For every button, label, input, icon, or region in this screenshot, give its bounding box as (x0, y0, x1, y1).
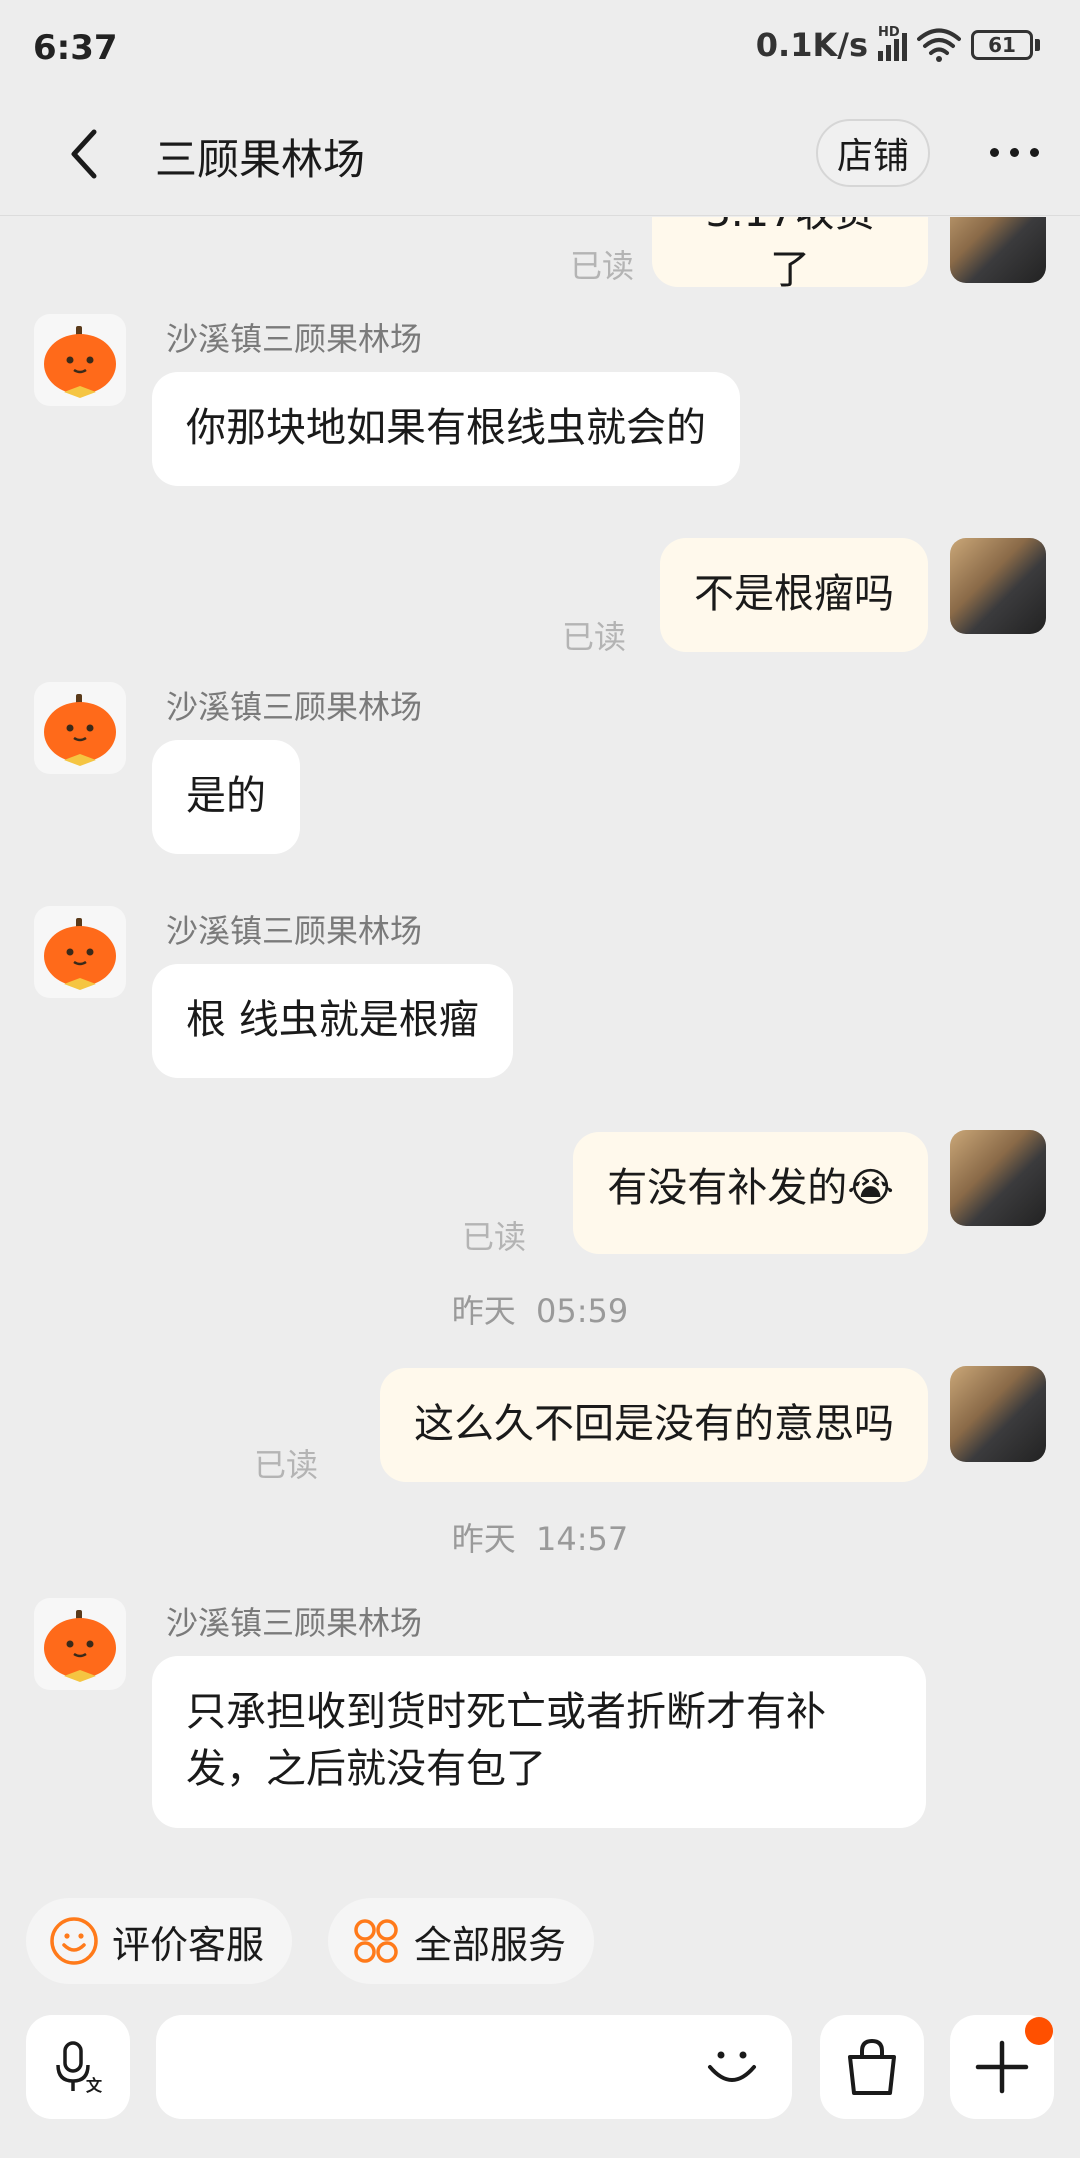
status-time: 6:37 (33, 28, 118, 68)
pumpkin-mascot-icon (44, 326, 116, 398)
incoming-bubble[interactable]: 只承担收到货时死亡或者折断才有补 发，之后就没有包了 (152, 1656, 926, 1828)
shop-avatar[interactable] (34, 682, 126, 774)
more-dots-icon[interactable] (990, 148, 1039, 157)
hd-label: HD (878, 25, 900, 40)
pumpkin-mascot-icon (44, 694, 116, 766)
incoming-bubble[interactable]: 根 线虫就是根瘤 (152, 964, 513, 1078)
pumpkin-mascot-icon (44, 1610, 116, 1682)
outgoing-bubble[interactable]: 有没有补发的😭 (573, 1132, 928, 1254)
outgoing-bubble[interactable]: 这么久不回是没有的意思吗 (380, 1368, 928, 1482)
message-text: 是的 (186, 773, 266, 819)
voice-translate-icon: 文 (56, 2041, 103, 2095)
read-receipt: 已读 (462, 1218, 527, 1256)
pumpkin-mascot-icon (44, 918, 116, 990)
chevron-left-icon (71, 129, 97, 179)
outgoing-bubble[interactable]: 3.17收货了 (652, 217, 928, 287)
shop-avatar[interactable] (34, 314, 126, 406)
message-row-out: 3.17收货了 已读 (0, 217, 1080, 287)
sender-name: 沙溪镇三顾果林场 (166, 320, 423, 358)
svg-text:文: 文 (86, 2076, 103, 2095)
outgoing-bubble[interactable]: 不是根瘤吗 (660, 538, 928, 652)
shopping-bag-button[interactable] (820, 2015, 924, 2119)
user-avatar[interactable] (950, 538, 1046, 634)
chat-title: 三顾果林场 (155, 135, 366, 184)
rate-service-button[interactable]: 评价客服 (26, 1898, 293, 1984)
sender-name: 沙溪镇三顾果林场 (166, 688, 423, 726)
all-services-label: 全部服务 (414, 1922, 567, 1967)
message-input[interactable] (156, 2015, 792, 2119)
grid-services-icon (354, 1919, 398, 1963)
shop-avatar[interactable] (34, 906, 126, 998)
user-avatar[interactable] (950, 217, 1046, 283)
chat-header: 三顾果林场 店铺 (0, 92, 1080, 216)
sender-name: 沙溪镇三顾果林场 (166, 1604, 423, 1642)
message-text: 根 线虫就是根瘤 (186, 997, 479, 1043)
sender-name: 沙溪镇三顾果林场 (166, 912, 423, 950)
signal-icon: HD (878, 25, 907, 61)
battery-level: 61 (971, 30, 1033, 60)
user-avatar[interactable] (950, 1130, 1046, 1226)
input-bar: 文 (0, 1995, 1080, 2158)
shopping-bag-icon (848, 2038, 896, 2095)
voice-translate-button[interactable]: 文 (26, 2015, 130, 2119)
read-receipt: 已读 (570, 247, 635, 285)
message-text: 不是根瘤吗 (694, 571, 894, 617)
message-text: 3.17收货了 (705, 217, 874, 287)
message-text: 这么久不回是没有的意思吗 (414, 1401, 894, 1447)
smile-face-icon (50, 1917, 98, 1965)
rate-service-label: 评价客服 (112, 1922, 265, 1967)
read-receipt: 已读 (254, 1446, 319, 1484)
back-button[interactable] (58, 124, 118, 184)
wifi-icon (917, 28, 961, 62)
incoming-bubble[interactable]: 是的 (152, 740, 300, 854)
time-separator: 昨天 05:59 (451, 1292, 629, 1330)
message-text-line: 发，之后就没有包了 (186, 1746, 546, 1792)
network-speed: 0.1K/s (755, 26, 868, 64)
smile-icon[interactable] (702, 2037, 762, 2097)
incoming-bubble[interactable]: 你那块地如果有根线虫就会的 (152, 372, 740, 486)
battery-icon: 61 (971, 30, 1040, 60)
status-indicators: 0.1K/s HD 61 (755, 25, 1040, 64)
message-text-line: 只承担收到货时死亡或者折断才有补 (186, 1689, 826, 1735)
message-text: 有没有补发的 (607, 1165, 848, 1211)
plus-icon (975, 2040, 1029, 2094)
shop-avatar[interactable] (34, 1598, 126, 1690)
message-text: 你那块地如果有根线虫就会的 (186, 405, 706, 451)
time-separator: 昨天 14:57 (451, 1520, 629, 1558)
shop-button[interactable]: 店铺 (816, 119, 930, 187)
read-receipt: 已读 (562, 618, 627, 656)
user-avatar[interactable] (950, 1366, 1046, 1462)
crying-emoji: 😭 (847, 1165, 894, 1211)
all-services-button[interactable]: 全部服务 (328, 1898, 595, 1984)
notification-badge (1025, 2017, 1053, 2045)
